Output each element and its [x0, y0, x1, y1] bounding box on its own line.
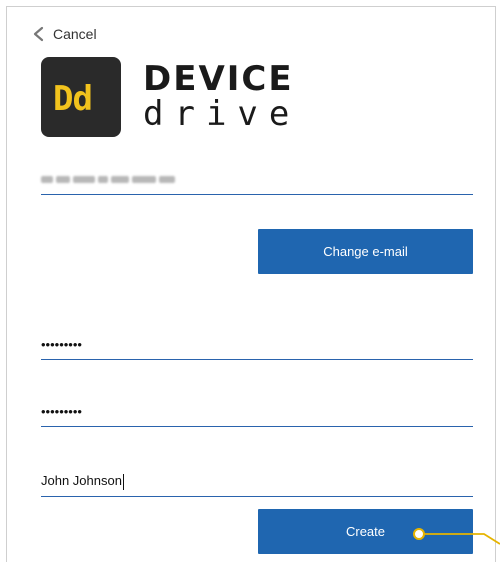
email-field[interactable] — [41, 170, 473, 195]
name-field[interactable]: John Johnson — [41, 472, 473, 497]
cancel-label: Cancel — [53, 26, 97, 42]
confirm-password-field[interactable]: ••••••••• — [41, 403, 473, 427]
wordmark-top: DEVICE — [143, 59, 294, 99]
name-value: John Johnson — [41, 473, 122, 488]
logo-wordmark: DEVICE drive — [143, 62, 300, 132]
wordmark-bottom: drive — [143, 94, 301, 134]
password-value: ••••••••• — [41, 337, 82, 352]
logo-icon: Dd — [41, 57, 121, 137]
change-email-button[interactable]: Change e-mail — [258, 229, 473, 274]
email-value-redacted — [41, 170, 473, 188]
text-cursor — [122, 473, 124, 490]
change-email-label: Change e-mail — [323, 244, 408, 259]
create-label: Create — [345, 524, 386, 539]
password-field[interactable]: ••••••••• — [41, 336, 473, 360]
logo-icon-text: Dd — [53, 79, 93, 119]
cancel-button[interactable]: Cancel — [32, 26, 97, 42]
chevron-left-icon — [33, 26, 44, 42]
confirm-password-value: ••••••••• — [41, 404, 82, 419]
annotation-pointer-icon — [413, 528, 500, 545]
